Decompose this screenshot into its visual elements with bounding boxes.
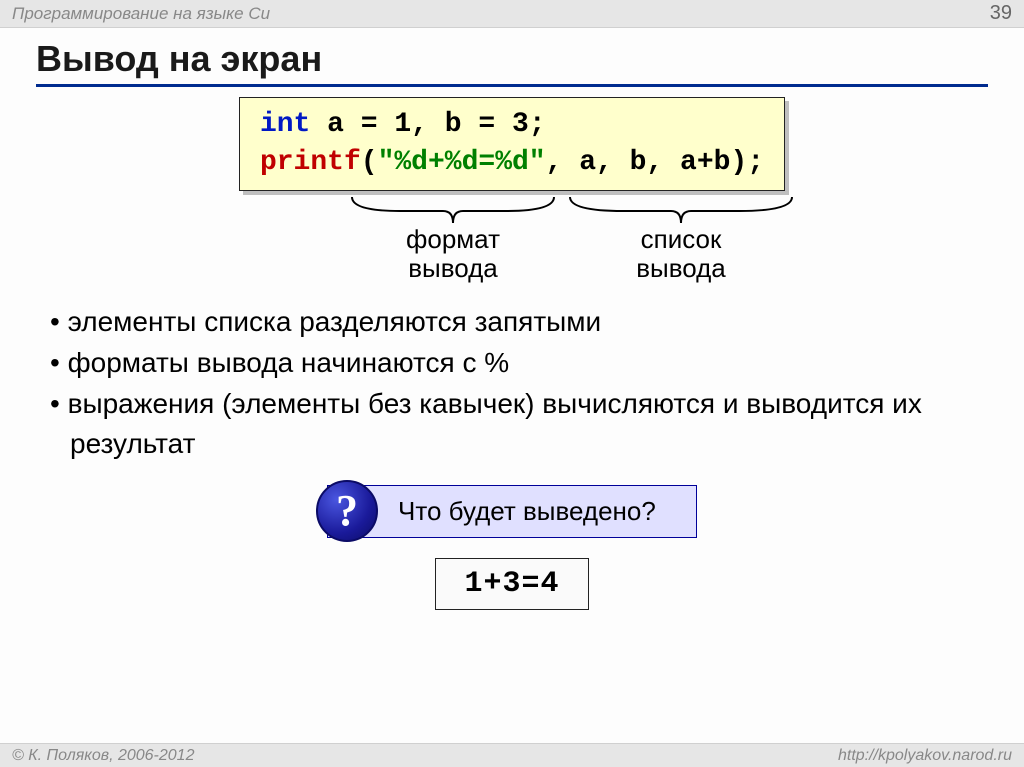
question-mark-glyph: ? [336,489,358,533]
subject-label: Программирование на языке Си [12,4,270,24]
list-item: элементы списка разделяются запятыми [64,302,988,343]
topbar: Программирование на языке Си 39 [0,0,1024,28]
code-box: int a = 1, b = 3; printf("%d+%d=%d", a, … [239,97,785,191]
bracket-label-line: формат [406,224,500,254]
footer-url: http://kpolyakov.narod.ru [838,747,1012,765]
bullet-list: элементы списка разделяются запятыми фор… [44,302,988,464]
footer: © К. Поляков, 2006-2012 http://kpolyakov… [0,743,1024,767]
bracket-label-list: список вывода [636,225,726,285]
token-func: printf [260,147,361,178]
bracket-label-line: список [641,224,722,254]
question-text: Что будет выведено? [398,496,656,526]
code-line-2: printf("%d+%d=%d", a, b, a+b); [260,144,764,182]
curly-brace-icon [348,193,558,227]
token-code: a = 1, b = 3; [310,109,545,140]
list-item: выражения (элементы без кавычек) вычисля… [64,384,988,465]
list-item: форматы вывода начинаются с % [64,343,988,384]
answer-box: 1+3=4 [435,558,588,610]
bracket-annotations: формат вывода список вывода [36,193,988,285]
question-mark-icon: ? [316,480,378,542]
bracket-label-line: вывода [408,253,498,283]
slide-content: Вывод на экран int a = 1, b = 3; printf(… [0,28,1024,610]
copyright: © К. Поляков, 2006-2012 [12,747,194,765]
question-callout: ? Что будет выведено? [327,485,697,538]
page-number: 39 [990,2,1012,25]
token-paren: ( [361,147,378,178]
token-keyword: int [260,109,310,140]
slide-title: Вывод на экран [36,38,988,87]
bracket-label-format: формат вывода [406,225,500,285]
token-string: "%d+%d=%d" [378,147,546,178]
code-line-1: int a = 1, b = 3; [260,106,764,144]
curly-brace-icon [566,193,796,227]
token-args: , a, b, a+b); [546,147,764,178]
bracket-label-line: вывода [636,253,726,283]
